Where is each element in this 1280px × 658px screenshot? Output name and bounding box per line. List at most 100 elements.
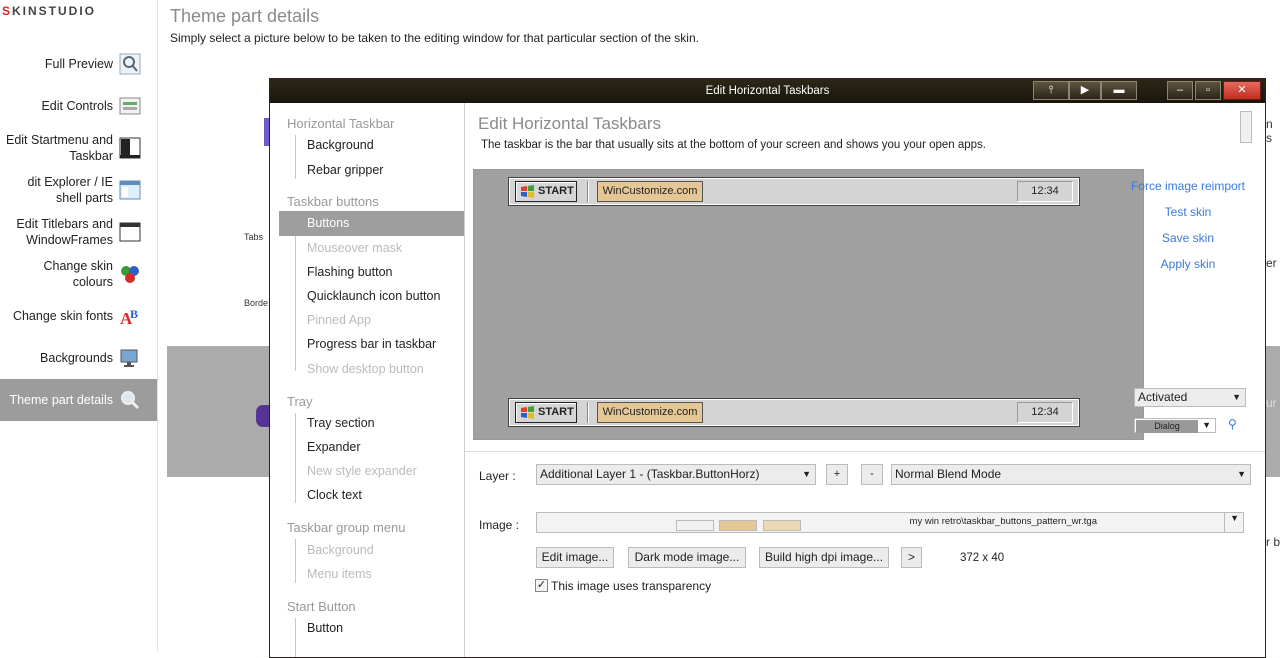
dialog-nav: Horizontal Taskbar Background Rebar grip… (276, 103, 465, 657)
transparency-checkbox[interactable]: ✓ (535, 579, 548, 592)
nav-item-menu-items[interactable]: Menu items (307, 567, 372, 581)
state-select[interactable]: Activated ▼ (1134, 388, 1246, 407)
nav-group-taskbar-group-menu: Taskbar group menu (287, 520, 406, 535)
windows-logo-icon (521, 185, 534, 198)
maximize-icon: ▫ (1206, 84, 1210, 96)
preview-clock: 12:34 (1017, 402, 1073, 423)
edit-image-button[interactable]: Edit image... (536, 547, 614, 568)
edge-text: ur (1266, 396, 1277, 410)
dialog-title: Edit Horizontal Taskbars (705, 85, 830, 97)
window-icon (119, 221, 141, 243)
edge-text: n s (1266, 117, 1273, 145)
nav-item-menu-background[interactable]: Background (307, 543, 374, 557)
pin-button[interactable]: ⫯ (1033, 81, 1069, 100)
apply-skin-link[interactable]: Apply skin (1123, 257, 1253, 271)
sidebar-item-backgrounds[interactable]: Backgrounds (0, 337, 157, 379)
force-reimport-link[interactable]: Force image reimport (1123, 179, 1253, 193)
minimize-button[interactable]: – (1167, 81, 1193, 100)
taskbar-preview[interactable]: START WinCustomize.com 12:34 START WinCu… (473, 169, 1144, 440)
save-skin-link[interactable]: Save skin (1123, 231, 1253, 245)
layer-label: Layer : (479, 469, 516, 483)
nav-item-tray-section[interactable]: Tray section (307, 416, 375, 430)
sidebar-item-label: Backgrounds (40, 351, 113, 365)
borders-label: Borde (244, 298, 269, 308)
edge-text: er (1266, 256, 1277, 270)
more-button[interactable]: > (901, 547, 922, 568)
remove-layer-button[interactable]: - (861, 464, 883, 485)
dark-mode-image-button[interactable]: Dark mode image... (628, 547, 746, 568)
colours-icon (119, 263, 141, 285)
content-description: The taskbar is the bar that usually sits… (481, 139, 987, 151)
page-title: Theme part details (170, 6, 320, 26)
dialog-titlebar[interactable]: Edit Horizontal Taskbars ⫯ ▶ ▬ – ▫ ✕ (270, 79, 1265, 103)
explorer-icon (119, 179, 141, 201)
dock-button[interactable]: ▶ (1069, 81, 1101, 100)
preview-taskbar-bottom: START WinCustomize.com 12:34 (508, 398, 1080, 427)
sidebar-item-full-preview[interactable]: Full Preview (0, 43, 157, 85)
sidebar-item-edit-controls[interactable]: Edit Controls (0, 85, 157, 127)
svg-text:B: B (130, 307, 138, 321)
preview-task-button[interactable]: WinCustomize.com (597, 181, 703, 202)
nav-item-expander[interactable]: Expander (307, 440, 361, 454)
sidebar-item-label: Change skin fonts (12, 309, 113, 323)
test-skin-link[interactable]: Test skin (1123, 205, 1253, 219)
part-select[interactable]: Dialog ▼ (1134, 418, 1216, 433)
collapse-button[interactable]: ▬ (1101, 81, 1137, 100)
nav-item-pinned-app[interactable]: Pinned App (307, 313, 371, 327)
add-layer-button[interactable]: + (826, 464, 848, 485)
preview-start-button[interactable]: START (515, 402, 577, 423)
sidebar-item-label: Full Preview (44, 57, 113, 71)
checkmark-icon: ✓ (536, 579, 547, 591)
chevron-down-icon: ▼ (1237, 469, 1246, 479)
nav-item-clock-text[interactable]: Clock text (307, 488, 362, 502)
nav-item-background[interactable]: Background (307, 138, 374, 152)
magnifier-icon (119, 53, 141, 75)
sidebar-item-label: dit Explorer / IE shell parts (27, 175, 113, 205)
build-hidpi-image-button[interactable]: Build high dpi image... (759, 547, 889, 568)
image-label: Image : (479, 518, 520, 532)
chevron-down-icon: ▼ (1202, 420, 1211, 430)
search-icon[interactable]: ⚲ (1228, 417, 1237, 431)
nav-item-rebar-gripper[interactable]: Rebar gripper (307, 163, 383, 177)
thumbnail-fragment[interactable] (256, 405, 270, 427)
image-dimensions: 372 x 40 (960, 552, 1005, 564)
blend-mode-select[interactable]: Normal Blend Mode ▼ (891, 464, 1251, 485)
controls-icon (119, 95, 141, 117)
image-path: my win retro\taskbar_buttons_pattern_wr.… (909, 516, 1097, 527)
chevron-down-icon: ▼ (802, 469, 811, 479)
nav-item-mouseover-mask[interactable]: Mouseover mask (307, 241, 402, 255)
start-label: START (538, 406, 574, 418)
nav-item-flashing-button[interactable]: Flashing button (307, 265, 392, 279)
nav-item-new-style-expander[interactable]: New style expander (307, 464, 417, 478)
sidebar-item-edit-titlebars[interactable]: Edit Titlebars and WindowFrames (0, 211, 157, 253)
nav-item-button[interactable]: Button (307, 621, 343, 635)
close-icon: ✕ (1237, 84, 1247, 96)
scrollbar-thumb[interactable] (1240, 111, 1252, 143)
fonts-icon: AB (119, 305, 141, 328)
preview-clock: 12:34 (1017, 181, 1073, 202)
nav-item-progress-bar[interactable]: Progress bar in taskbar (307, 337, 436, 351)
sidebar-item-edit-explorer[interactable]: dit Explorer / IE shell parts (0, 169, 157, 211)
nav-item-show-desktop-button[interactable]: Show desktop button (307, 362, 424, 376)
nav-group-horizontal-taskbar: Horizontal Taskbar (287, 116, 395, 131)
blend-value: Normal Blend Mode (895, 467, 1002, 481)
close-button[interactable]: ✕ (1223, 81, 1261, 100)
chevron-down-icon: ▼ (1230, 513, 1239, 523)
layer-select[interactable]: Additional Layer 1 - (Taskbar.ButtonHorz… (536, 464, 816, 485)
sidebar-item-change-colours[interactable]: Change skin colours (0, 253, 157, 295)
sidebar-item-theme-part-details[interactable]: Theme part details (0, 379, 157, 421)
sidebar-item-label: Change skin colours (43, 259, 114, 289)
preview-start-button[interactable]: START (515, 181, 577, 202)
maximize-button[interactable]: ▫ (1195, 81, 1221, 100)
nav-item-quicklaunch-icon-button[interactable]: Quicklaunch icon button (307, 289, 440, 303)
sidebar-item-edit-startmenu[interactable]: Edit Startmenu and Taskbar (0, 127, 157, 169)
part-value: Dialog (1136, 420, 1198, 433)
nav-group-tray: Tray (287, 394, 313, 409)
sidebar-item-label: Edit Titlebars and WindowFrames (16, 217, 113, 247)
nav-item-buttons[interactable]: Buttons (279, 211, 464, 236)
app-sidebar: SKINSTUDIO Full Preview Edit Controls Ed… (0, 0, 158, 651)
sidebar-item-change-fonts[interactable]: Change skin fonts AB (0, 295, 157, 337)
app-logo: SKINSTUDIO (2, 4, 97, 18)
preview-task-button[interactable]: WinCustomize.com (597, 402, 703, 423)
image-select[interactable]: my win retro\taskbar_buttons_pattern_wr.… (536, 512, 1244, 533)
